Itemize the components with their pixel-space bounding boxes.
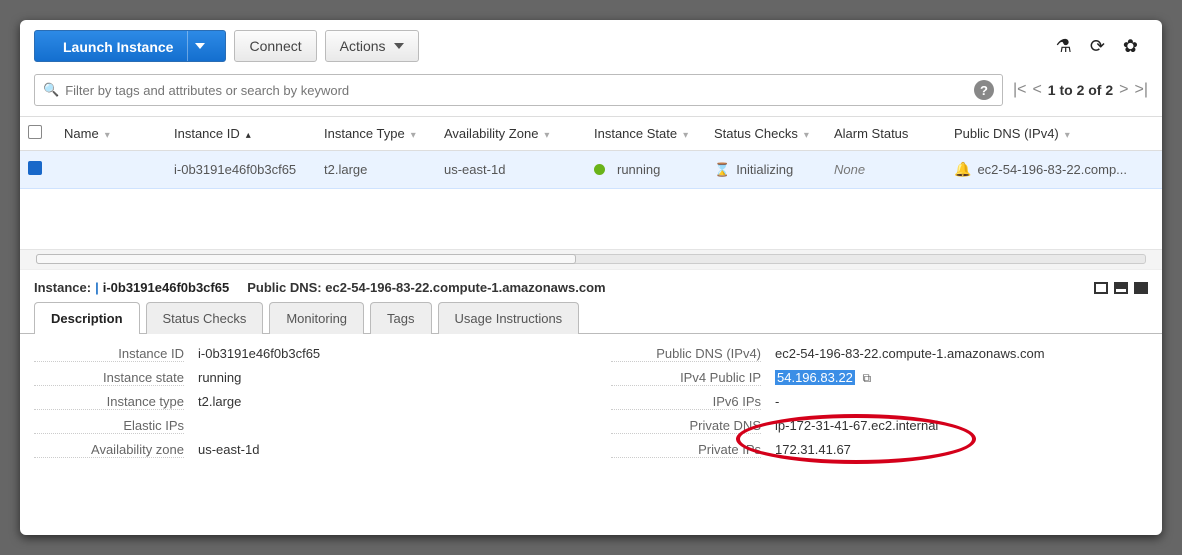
cell-instance-id: i-0b3191e46f0b3cf65 [166,151,316,189]
detail-instance-label: Instance: [34,280,91,295]
tab-monitoring[interactable]: Monitoring [269,302,364,334]
layout-icons [1094,282,1148,294]
val-public-dns: ec2-54-196-83-22.compute-1.amazonaws.com [775,346,1148,362]
pager-prev[interactable]: < [1032,81,1041,99]
col-public-dns[interactable]: Public DNS (IPv4)▾ [946,117,1162,151]
ec2-console-frame: Launch Instance Connect Actions ⚗ ⟳ ✿ 🔍 … [20,20,1162,535]
pager-first[interactable]: |< [1013,81,1027,99]
col-instance-id[interactable]: Instance ID▴ [166,117,316,151]
col-instance-type[interactable]: Instance Type▾ [316,117,436,151]
alarm-bell-icon: 🔔 [954,161,971,178]
cell-instance-state: running [586,151,706,189]
actions-button[interactable]: Actions [325,30,419,62]
val-instance-id: i-0b3191e46f0b3cf65 [198,346,571,362]
description-left-col: Instance ID i-0b3191e46f0b3cf65 Instance… [34,346,571,458]
pager: |< < 1 to 2 of 2 > >| [1013,81,1148,99]
description-right-col: Public DNS (IPv4) ec2-54-196-83-22.compu… [611,346,1148,458]
lbl-availability-zone: Availability zone [34,442,184,458]
detail-header: Instance: | i-0b3191e46f0b3cf65 Public D… [20,270,1162,301]
val-private-dns: ip-172-31-41-67.ec2.internal [775,418,1148,434]
val-instance-type: t2.large [198,394,571,410]
lbl-instance-id: Instance ID [34,346,184,362]
refresh-icon[interactable]: ⟳ [1090,36,1105,57]
lbl-ipv4-public-ip: IPv4 Public IP [611,370,761,386]
col-alarm-status[interactable]: Alarm Status [826,117,946,151]
row-checkbox[interactable] [28,161,42,175]
lbl-public-dns: Public DNS (IPv4) [611,346,761,362]
val-elastic-ips [198,418,571,434]
select-all-checkbox[interactable] [28,125,42,139]
layout-split-icon[interactable] [1094,282,1108,294]
col-instance-state[interactable]: Instance State▾ [586,117,706,151]
filter-row: 🔍 ? |< < 1 to 2 of 2 > >| [20,74,1162,116]
instances-table: Name▾ Instance ID▴ Instance Type▾ Availa… [20,117,1162,189]
copy-icon[interactable]: ⧉ [863,371,872,385]
val-availability-zone: us-east-1d [198,442,571,458]
col-status-checks[interactable]: Status Checks▾ [706,117,826,151]
table-row[interactable]: i-0b3191e46f0b3cf65 t2.large us-east-1d … [20,151,1162,189]
cell-availability-zone: us-east-1d [436,151,586,189]
layout-half-icon[interactable] [1114,282,1128,294]
launch-instance-label: Launch Instance [49,31,187,63]
pipe-icon: | [95,280,99,295]
tab-description[interactable]: Description [34,302,140,334]
ipv4-public-ip-highlight[interactable]: 54.196.83.22 [775,370,855,385]
experiment-icon[interactable]: ⚗ [1056,36,1072,57]
layout-full-icon[interactable] [1134,282,1148,294]
lbl-instance-type: Instance type [34,394,184,410]
val-instance-state: running [198,370,571,386]
connect-button[interactable]: Connect [234,30,316,62]
top-icons: ⚗ ⟳ ✿ [1056,36,1148,57]
help-icon[interactable]: ? [974,80,994,100]
instances-table-wrap: Name▾ Instance ID▴ Instance Type▾ Availa… [20,116,1162,270]
launch-instance-dropdown[interactable] [187,31,211,61]
val-ipv4-public-ip: 54.196.83.22 ⧉ [775,370,1148,386]
detail-tabs: Description Status Checks Monitoring Tag… [20,301,1162,334]
description-panel: Instance ID i-0b3191e46f0b3cf65 Instance… [20,334,1162,458]
search-input[interactable] [65,83,974,98]
tab-tags[interactable]: Tags [370,302,431,334]
table-header-row: Name▾ Instance ID▴ Instance Type▾ Availa… [20,117,1162,151]
hourglass-icon: ⌛ [714,162,730,178]
cell-instance-type: t2.large [316,151,436,189]
detail-instance-id: i-0b3191e46f0b3cf65 [103,280,229,295]
detail-public-dns-label: Public DNS: [247,280,321,295]
horizontal-scrollbar[interactable] [20,249,1162,269]
cell-name [56,151,166,189]
tab-usage-instructions[interactable]: Usage Instructions [438,302,580,334]
cell-status-checks: ⌛Initializing [706,151,826,189]
cell-alarm-status: None [826,151,946,189]
pager-last[interactable]: >| [1135,81,1149,99]
col-name[interactable]: Name▾ [56,117,166,151]
tab-status-checks[interactable]: Status Checks [146,302,264,334]
search-icon: 🔍 [43,82,59,98]
actions-label: Actions [340,38,386,54]
pager-count: 1 to 2 of 2 [1048,82,1113,98]
action-bar: Launch Instance Connect Actions ⚗ ⟳ ✿ [20,20,1162,74]
state-dot-icon [594,164,605,175]
val-private-ips: 172.31.41.67 [775,442,1148,458]
lbl-ipv6-ips: IPv6 IPs [611,394,761,410]
filter-box: 🔍 ? [34,74,1003,106]
lbl-private-ips: Private IPs [611,442,761,458]
cell-public-dns: 🔔ec2-54-196-83-22.comp... [946,151,1162,189]
col-availability-zone[interactable]: Availability Zone▾ [436,117,586,151]
val-ipv6-ips: - [775,394,1148,410]
launch-instance-button[interactable]: Launch Instance [34,30,226,62]
lbl-instance-state: Instance state [34,370,184,386]
lbl-private-dns: Private DNS [611,418,761,434]
lbl-elastic-ips: Elastic IPs [34,418,184,434]
chevron-down-icon [394,43,404,49]
detail-public-dns: ec2-54-196-83-22.compute-1.amazonaws.com [325,280,605,295]
gear-icon[interactable]: ✿ [1123,36,1138,57]
pager-next[interactable]: > [1119,81,1128,99]
